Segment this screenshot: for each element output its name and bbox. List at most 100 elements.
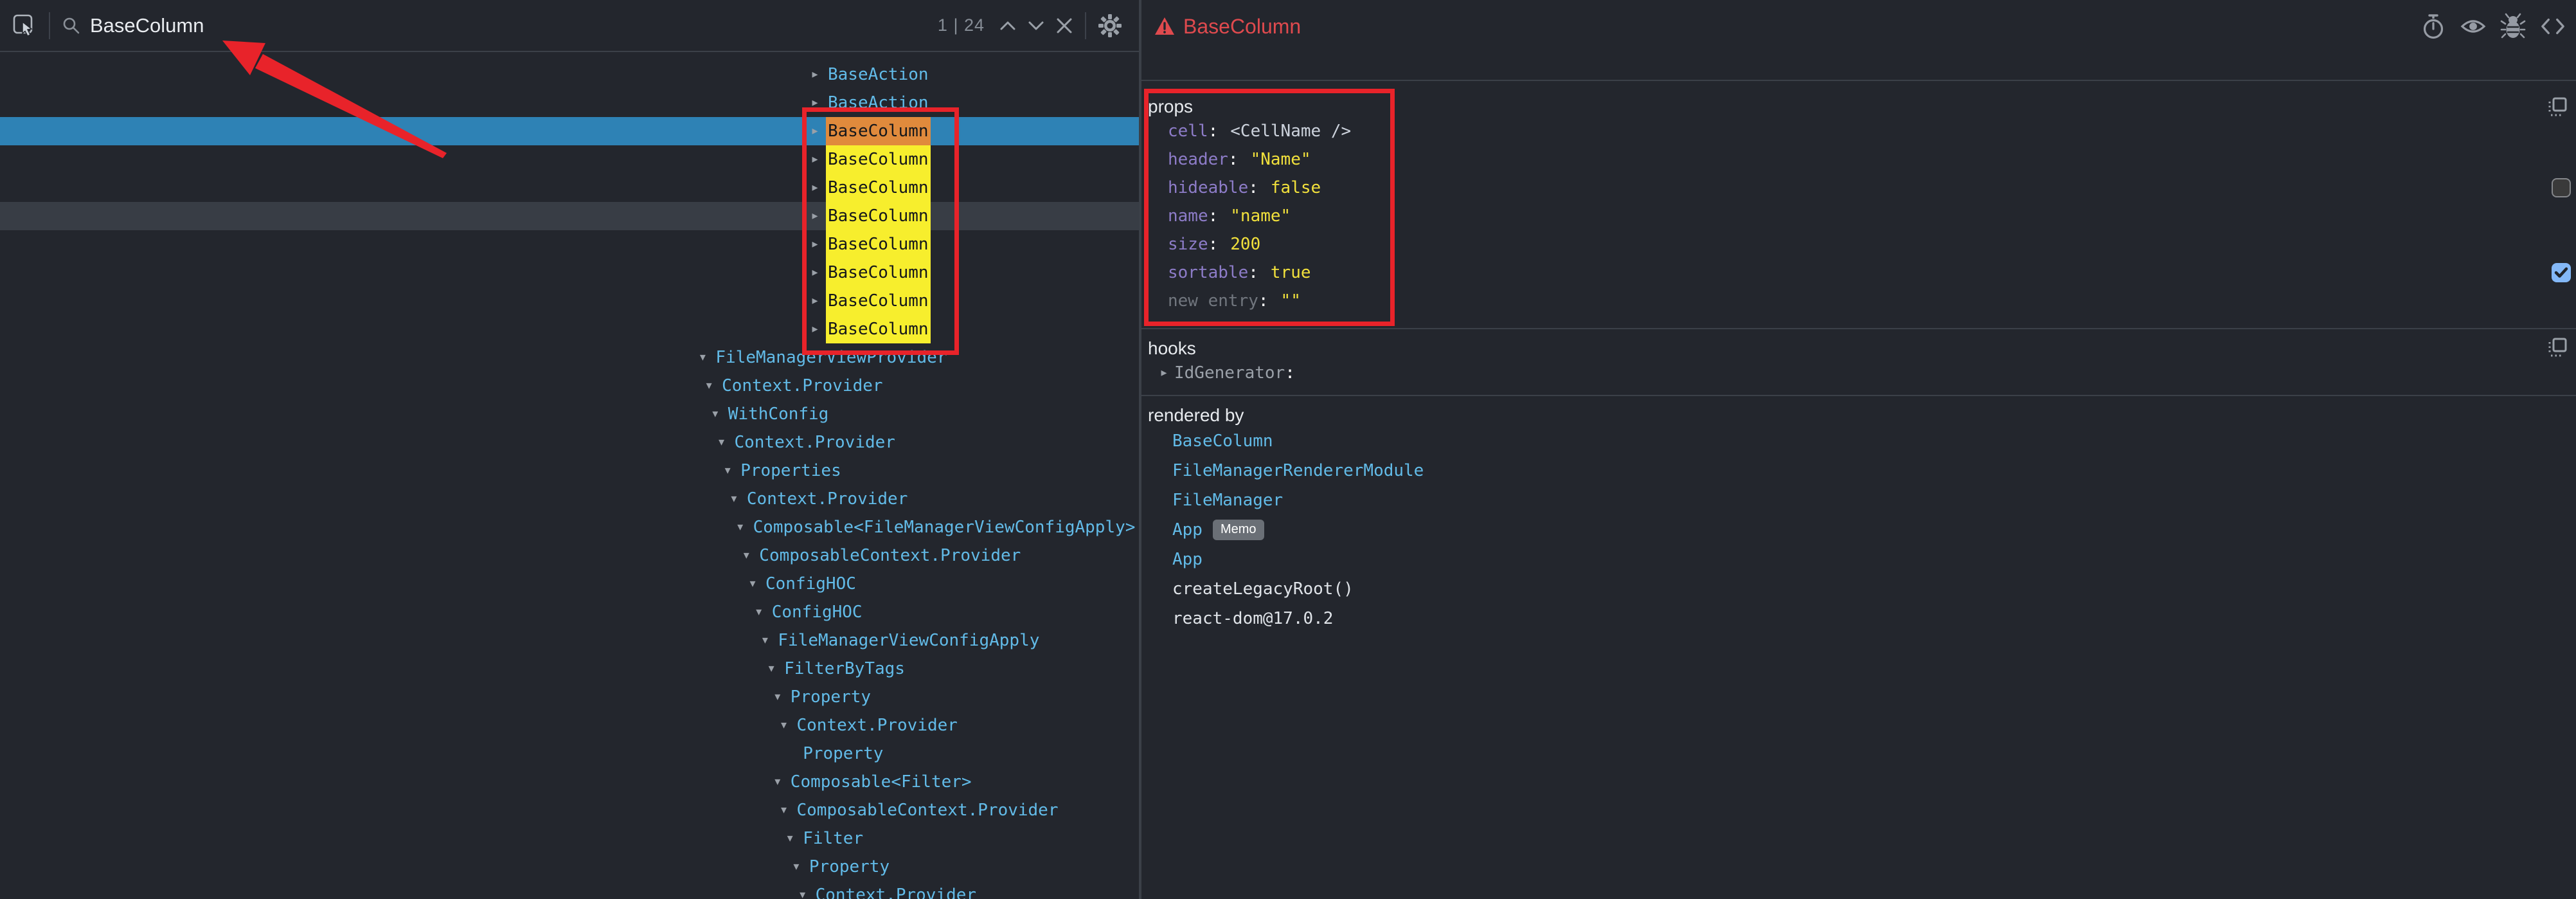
- owner-link[interactable]: FileManagerRendererModule: [1172, 461, 1424, 480]
- expanded-arrow-icon[interactable]: ▾: [789, 853, 804, 881]
- tree-row[interactable]: ▾ComposableContext.Provider: [0, 541, 1139, 570]
- inspect-dom-button[interactable]: [2460, 13, 2486, 40]
- prop-value[interactable]: false: [1271, 178, 1321, 197]
- tree-row[interactable]: ▸BaseColumn: [0, 202, 1139, 230]
- copy-hooks-button[interactable]: [2546, 337, 2568, 359]
- tree-row[interactable]: ▾WithConfig: [0, 400, 1139, 428]
- tree-row[interactable]: ▾FilterByTags: [0, 655, 1139, 683]
- tree-row[interactable]: ▾FileManagerViewProvider: [0, 343, 1139, 372]
- owner-link[interactable]: BaseColumn: [1172, 431, 1273, 451]
- search-icon: [62, 16, 81, 35]
- tree-row[interactable]: ▾Property: [0, 853, 1139, 881]
- view-source-button[interactable]: [2540, 13, 2566, 40]
- collapsed-arrow-icon[interactable]: ▸: [807, 60, 823, 89]
- tree-row[interactable]: ▾Context.Provider: [0, 881, 1139, 899]
- expanded-arrow-icon[interactable]: ▾: [795, 881, 810, 899]
- tree-row[interactable]: ▸BaseColumn: [0, 174, 1139, 202]
- component-name: ComposableContext.Provider: [757, 541, 1023, 570]
- prop-value[interactable]: 200: [1230, 235, 1260, 254]
- owner-link[interactable]: App: [1172, 550, 1203, 569]
- expanded-arrow-icon[interactable]: ▾: [776, 796, 792, 824]
- collapsed-arrow-icon[interactable]: ▸: [807, 145, 823, 174]
- tree-row[interactable]: ▾Context.Provider: [0, 428, 1139, 457]
- collapsed-arrow-icon[interactable]: ▸: [807, 117, 823, 145]
- rendered-by-label: rendered by: [1141, 405, 2576, 426]
- tree-row[interactable]: ▸BaseColumn: [0, 315, 1139, 343]
- search-input[interactable]: [89, 14, 938, 38]
- prop-colon: :: [1258, 291, 1269, 311]
- expanded-arrow-icon[interactable]: ▾: [764, 655, 779, 683]
- prop-checkbox-checked[interactable]: [2552, 263, 2571, 282]
- tree-row[interactable]: Property: [0, 740, 1139, 768]
- clear-search-button[interactable]: [1050, 12, 1078, 40]
- expanded-arrow-icon[interactable]: ▾: [726, 485, 742, 513]
- owner-link[interactable]: FileManager: [1172, 491, 1283, 510]
- expanded-arrow-icon[interactable]: ▾: [770, 683, 785, 711]
- props-section: props cell:<CellName />header:"Name"hide…: [1141, 82, 2576, 329]
- component-name: ConfigHOC: [770, 598, 864, 626]
- expanded-arrow-icon[interactable]: ▾: [701, 372, 717, 400]
- prop-value[interactable]: true: [1271, 263, 1311, 282]
- tree-row[interactable]: ▸BaseColumn: [0, 259, 1139, 287]
- tree-row[interactable]: ▾ComposableContext.Provider: [0, 796, 1139, 824]
- props-list: cell:<CellName />header:"Name"hideable:f…: [1141, 117, 2576, 315]
- expanded-arrow-icon[interactable]: ▾: [745, 570, 760, 598]
- element-picker-button[interactable]: [12, 13, 37, 39]
- tree-row[interactable]: ▸BaseAction: [0, 89, 1139, 117]
- collapsed-arrow-icon[interactable]: ▸: [807, 89, 823, 117]
- tree-row[interactable]: ▾ConfigHOC: [0, 598, 1139, 626]
- expanded-arrow-icon[interactable]: ▾: [751, 598, 767, 626]
- expanded-arrow-icon[interactable]: ▾: [695, 343, 710, 372]
- tree-row[interactable]: ▸BaseColumn: [0, 117, 1139, 145]
- component-name: BaseAction: [826, 60, 931, 89]
- expanded-arrow-icon[interactable]: ▾: [714, 428, 729, 457]
- tree-row[interactable]: ▾Context.Provider: [0, 485, 1139, 513]
- expanded-arrow-icon[interactable]: ▾: [733, 513, 748, 541]
- settings-button[interactable]: [1095, 11, 1125, 41]
- expanded-arrow-icon[interactable]: ▾: [757, 626, 773, 655]
- tree-row[interactable]: ▾Composable<Filter>: [0, 768, 1139, 796]
- code-brackets-icon: [2540, 14, 2566, 39]
- tree-row[interactable]: ▸BaseColumn: [0, 230, 1139, 259]
- eye-icon: [2460, 13, 2486, 40]
- prop-value[interactable]: "": [1281, 291, 1301, 311]
- tree-row[interactable]: ▾Filter: [0, 824, 1139, 853]
- expanded-arrow-icon[interactable]: ▾: [782, 824, 798, 853]
- expanded-arrow-icon[interactable]: ▾: [708, 400, 723, 428]
- tree-row[interactable]: ▸BaseAction: [0, 60, 1139, 89]
- copy-props-button[interactable]: [2546, 96, 2568, 118]
- collapsed-arrow-icon[interactable]: ▸: [807, 202, 823, 230]
- collapsed-arrow-icon[interactable]: ▸: [807, 315, 823, 343]
- expanded-arrow-icon[interactable]: ▾: [720, 457, 735, 485]
- tree-row[interactable]: ▸BaseColumn: [0, 145, 1139, 174]
- owner-link[interactable]: App: [1172, 520, 1203, 540]
- tree-row[interactable]: ▾FileManagerViewConfigApply: [0, 626, 1139, 655]
- tree-row[interactable]: ▾Context.Provider: [0, 372, 1139, 400]
- previous-match-button[interactable]: [994, 12, 1022, 40]
- collapsed-arrow-icon[interactable]: ▸: [807, 174, 823, 202]
- prop-checkbox-unchecked[interactable]: [2552, 178, 2571, 197]
- prop-key: hideable: [1168, 178, 1248, 197]
- prop-value[interactable]: "name": [1230, 206, 1291, 226]
- tree-row[interactable]: ▾Properties: [0, 457, 1139, 485]
- next-match-button[interactable]: [1022, 12, 1050, 40]
- collapsed-arrow-icon[interactable]: ▸: [1156, 359, 1172, 387]
- expanded-arrow-icon[interactable]: ▾: [738, 541, 754, 570]
- expanded-arrow-icon[interactable]: ▾: [770, 768, 785, 796]
- tree-row[interactable]: ▾Composable<FileManagerViewConfigApply>: [0, 513, 1139, 541]
- collapsed-arrow-icon[interactable]: ▸: [807, 230, 823, 259]
- expanded-arrow-icon[interactable]: ▾: [776, 711, 792, 740]
- prop-value[interactable]: <CellName />: [1230, 122, 1351, 141]
- collapsed-arrow-icon[interactable]: ▸: [807, 287, 823, 315]
- tree-row[interactable]: ▾Property: [0, 683, 1139, 711]
- log-component-button[interactable]: [2500, 13, 2526, 40]
- tree-row[interactable]: ▾Context.Provider: [0, 711, 1139, 740]
- tree-row[interactable]: ▸BaseColumn: [0, 287, 1139, 315]
- gear-icon: [1096, 12, 1123, 39]
- prop-value[interactable]: "Name": [1251, 150, 1311, 169]
- tree-row[interactable]: ▾ConfigHOC: [0, 570, 1139, 598]
- search-result-count: 1 | 24: [938, 15, 985, 35]
- component-name: Composable<FileManagerViewConfigApply>: [751, 513, 1138, 541]
- suspend-toggle-button[interactable]: [2420, 13, 2446, 40]
- collapsed-arrow-icon[interactable]: ▸: [807, 259, 823, 287]
